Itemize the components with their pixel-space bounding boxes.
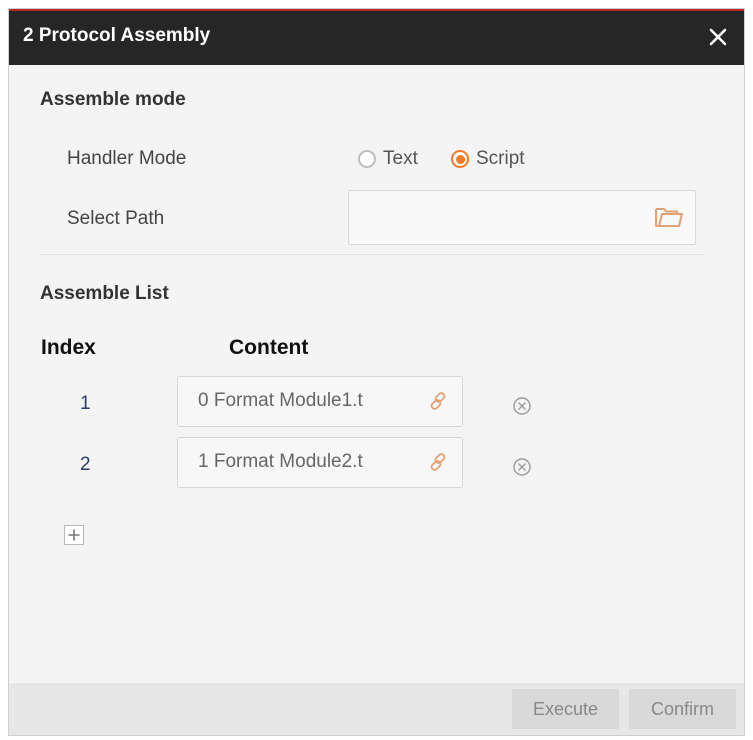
- close-icon: [709, 28, 727, 46]
- section-divider: [40, 254, 704, 255]
- browse-folder-button[interactable]: [653, 203, 685, 231]
- radio-text-label: Text: [383, 148, 418, 169]
- plus-icon: [68, 529, 80, 541]
- assemble-mode-heading: Assemble mode: [40, 89, 186, 110]
- link-icon[interactable]: [428, 390, 450, 412]
- row-1-index: 1: [80, 393, 91, 414]
- row-1-content-field[interactable]: 0 Format Module1.t: [177, 376, 463, 427]
- assemble-list-heading: Assemble List: [40, 283, 169, 304]
- handler-mode-label: Handler Mode: [67, 148, 187, 169]
- dialog-footer: Execute Confirm: [9, 683, 744, 735]
- row-2-content-field[interactable]: 1 Format Module2.t: [177, 437, 463, 488]
- title-bar: 2 Protocol Assembly: [9, 9, 744, 65]
- dialog-title: 2 Protocol Assembly: [23, 25, 211, 46]
- remove-row-2-button[interactable]: [512, 457, 532, 477]
- execute-button[interactable]: Execute: [512, 689, 619, 729]
- row-2-content: 1 Format Module2.t: [198, 451, 363, 472]
- row-2-index: 2: [80, 454, 91, 475]
- row-1-content: 0 Format Module1.t: [198, 390, 363, 411]
- add-row-button[interactable]: [64, 525, 84, 545]
- protocol-assembly-dialog: 2 Protocol Assembly Assemble mode Handle…: [8, 8, 745, 736]
- link-icon[interactable]: [428, 451, 450, 473]
- radio-script[interactable]: Script: [451, 148, 525, 170]
- select-path-field: [348, 190, 696, 246]
- confirm-button[interactable]: Confirm: [629, 689, 736, 729]
- radio-text[interactable]: Text: [358, 148, 418, 170]
- radio-script-label: Script: [476, 148, 525, 169]
- content-column-header: Content: [229, 336, 309, 359]
- select-path-label: Select Path: [67, 208, 165, 229]
- remove-row-1-button[interactable]: [512, 396, 532, 416]
- folder-icon: [655, 208, 683, 227]
- radio-text-circle: [358, 150, 376, 168]
- select-path-input[interactable]: [349, 191, 651, 246]
- radio-script-circle: [451, 150, 469, 168]
- close-button[interactable]: [702, 21, 734, 53]
- index-column-header: Index: [41, 336, 96, 359]
